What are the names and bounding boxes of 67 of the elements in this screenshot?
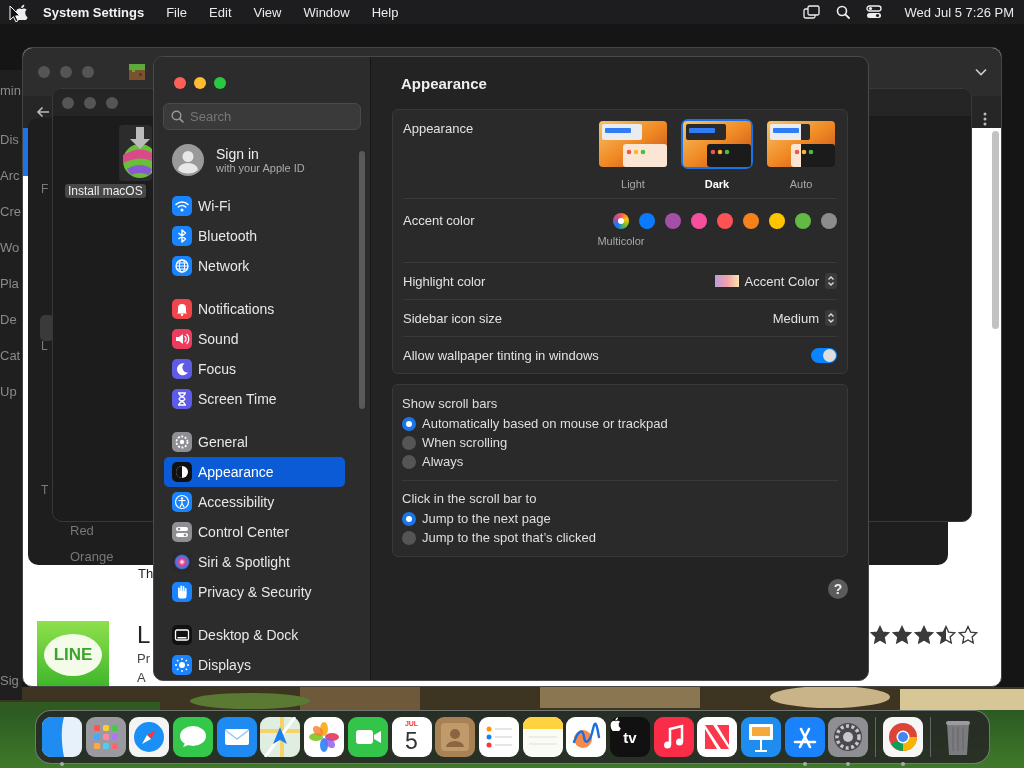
swatch-caption: Multicolor — [597, 235, 645, 247]
setting-label: Appearance — [403, 121, 474, 136]
help-button[interactable]: ? — [828, 579, 848, 599]
sidebar-item[interactable]: Red — [70, 523, 94, 538]
sidebar-item[interactable]: Screen Time — [164, 384, 345, 414]
sidebar-item[interactable]: Network — [164, 251, 345, 281]
sidebar-item[interactable]: Cre — [0, 204, 21, 219]
sidebar-item[interactable]: Orange — [70, 549, 114, 564]
sidebar-item[interactable]: Sound — [164, 324, 345, 354]
theme-label: Auto — [789, 178, 813, 190]
sidebar-item[interactable]: Pla — [0, 276, 19, 291]
theme-label: Light — [621, 178, 645, 190]
setting-label: Sidebar icon size — [403, 310, 502, 326]
radio-label: Jump to the next page — [422, 511, 551, 526]
sidebar-item[interactable]: Accessibility — [164, 487, 345, 517]
sidebar-item[interactable]: F — [41, 182, 49, 198]
sidebar-item[interactable]: Arc — [0, 168, 20, 183]
setting-label: Allow wallpaper tinting in windows — [403, 347, 599, 363]
tv-icon[interactable]: tv — [609, 717, 650, 757]
sidebar-item[interactable]: Focus — [164, 354, 345, 384]
sidebar-item[interactable]: Up — [0, 384, 17, 399]
file-label[interactable]: Install macOS — [65, 184, 146, 198]
app-name: L — [137, 621, 151, 649]
pane-title: Appearance — [400, 73, 488, 94]
sidebar-item[interactable]: Notifications — [164, 294, 345, 324]
sidebar-item[interactable]: Dis — [0, 132, 19, 147]
window-title: min — [0, 83, 21, 98]
sidebar-item[interactable]: Wi-Fi — [164, 191, 345, 221]
menu-item[interactable]: File — [166, 4, 188, 20]
popup-button[interactable]: Medium — [772, 310, 837, 326]
sidebar-item[interactable]: Privacy & Security — [164, 577, 345, 607]
sidebar-item[interactable]: Control Center — [164, 517, 345, 547]
setting-label: Highlight color — [403, 273, 486, 289]
sidebar-item[interactable]: Wo — [0, 240, 20, 255]
sidebar-item[interactable]: General — [164, 427, 345, 457]
sidebar-item[interactable]: Sig — [0, 673, 19, 688]
section-heading: Th — [138, 566, 154, 582]
menu-item[interactable]: Window — [303, 4, 350, 20]
clock: Wed Jul 5 7:26 PM — [904, 4, 1014, 20]
sidebar-item[interactable]: Bluetooth — [164, 221, 345, 251]
radio-label: Automatically based on mouse or trackpad — [422, 416, 668, 431]
app-subtitle: Pr — [137, 650, 150, 668]
radio-label: When scrolling — [422, 435, 508, 450]
popup-button[interactable]: Accent Color — [714, 273, 837, 289]
account-row[interactable]: Sign in with your Apple ID — [172, 144, 370, 176]
sidebar-item[interactable]: Cat — [0, 348, 21, 363]
sidebar-item[interactable]: De — [0, 312, 17, 327]
calendar-day: 5 — [405, 728, 418, 754]
radio-label: Jump to the spot that’s clicked — [422, 530, 596, 545]
menu-item[interactable]: View — [253, 4, 282, 20]
theme-label: Dark — [704, 178, 730, 190]
setting-label: Accent color — [403, 213, 475, 228]
sidebar-item[interactable]: Siri & Spotlight — [164, 547, 345, 577]
app-menu[interactable]: System Settings — [43, 4, 145, 20]
sidebar-item[interactable]: L — [41, 339, 48, 355]
app-description: A — [137, 669, 146, 686]
sidebar-item[interactable]: Appearance — [164, 457, 345, 487]
radio-label: Always — [422, 454, 464, 469]
setting-label: Click in the scroll bar to — [402, 490, 538, 508]
menu-item[interactable]: Help — [371, 4, 399, 20]
sidebar-item[interactable]: Displays — [164, 650, 345, 680]
app-icon-text: LINE — [44, 634, 102, 676]
setting-label: Show scroll bars — [402, 395, 499, 413]
sidebar-item[interactable]: Desktop & Dock — [164, 620, 345, 650]
search-field[interactable]: Search — [163, 103, 361, 130]
menu-item[interactable]: Edit — [209, 4, 232, 20]
sidebar-item[interactable]: T — [41, 483, 49, 499]
